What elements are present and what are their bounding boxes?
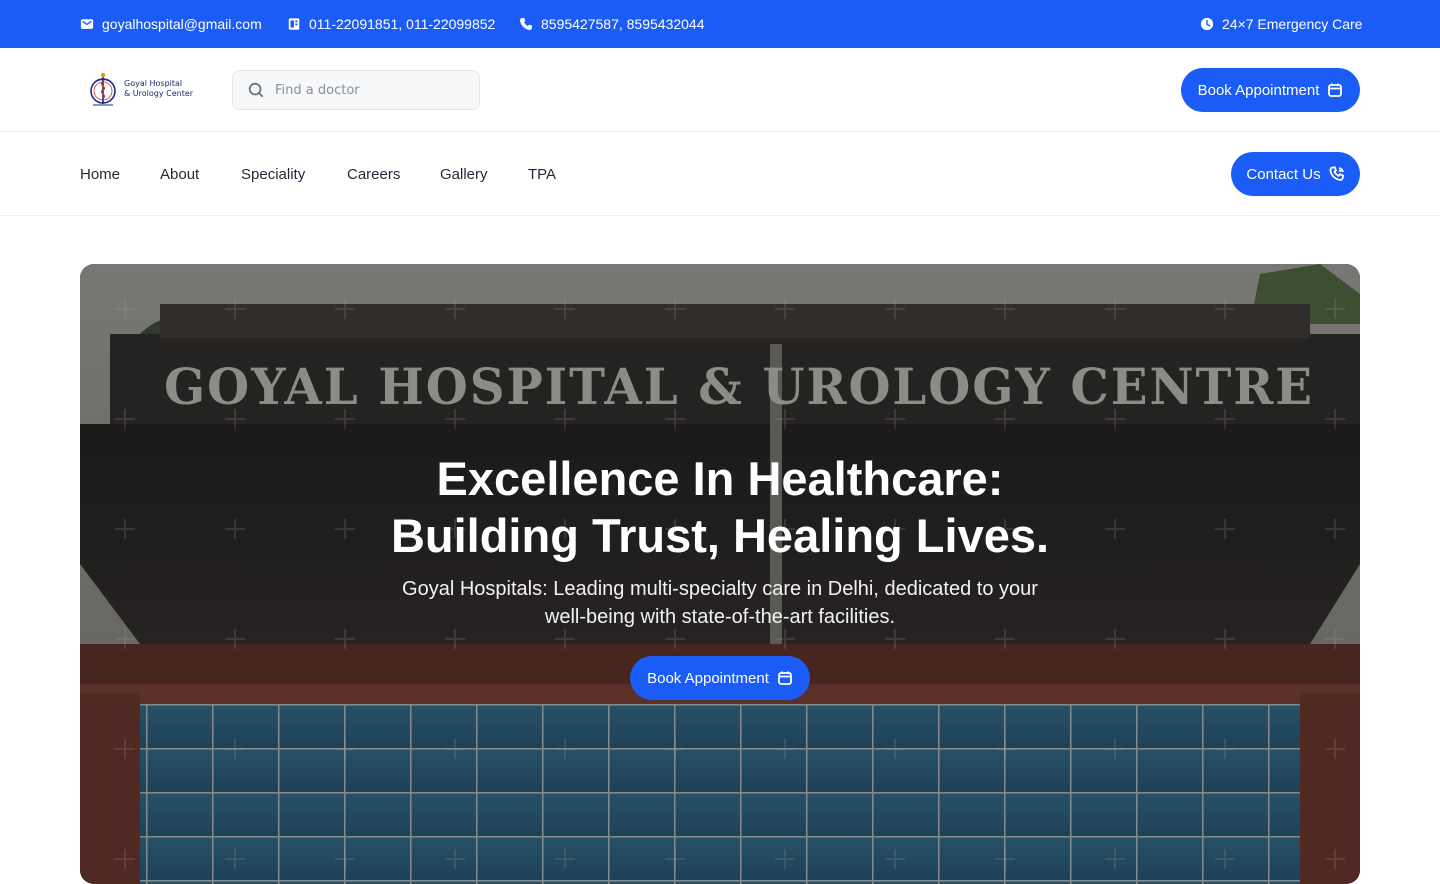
hospital-logo[interactable]: Goyal Hospital & Urology Center: [88, 70, 193, 108]
emergency-text: 24×7 Emergency Care: [1222, 16, 1363, 32]
hero-book-appointment-button[interactable]: Book Appointment: [630, 656, 810, 700]
calendar-icon: [1328, 83, 1343, 97]
clock-icon: [1200, 17, 1214, 31]
doctor-search[interactable]: [232, 70, 480, 110]
phone-call-icon: [1329, 166, 1344, 181]
search-icon: [248, 82, 264, 98]
search-input[interactable]: [275, 82, 465, 98]
book-appointment-button[interactable]: Book Appointment: [1181, 68, 1360, 112]
contact-us-label: Contact Us: [1246, 165, 1321, 183]
emergency-info: 24×7 Emergency Care: [1200, 0, 1362, 48]
book-appointment-label: Book Appointment: [1197, 81, 1320, 99]
contact-us-button[interactable]: Contact Us: [1231, 152, 1360, 196]
hero-title-line-1: Excellence In Healthcare:: [436, 452, 1004, 505]
email-contact[interactable]: goyalhospital@gmail.com: [80, 0, 262, 48]
mobile-text: 8595427587, 8595432044: [541, 16, 705, 32]
hero-subtitle-line-2: well-being with state-of-the-art facilit…: [544, 606, 896, 628]
site-header: Goyal Hospital & Urology Center Book App…: [0, 48, 1440, 132]
nav-speciality[interactable]: Speciality: [241, 132, 305, 216]
email-text: goyalhospital@gmail.com: [102, 16, 262, 32]
hero-subtitle-line-1: Goyal Hospitals: Leading multi-specialty…: [402, 578, 1038, 600]
fax-phone-icon: [288, 18, 300, 30]
nav-careers[interactable]: Careers: [347, 132, 400, 216]
mobile-contact[interactable]: 8595427587, 8595432044: [519, 0, 705, 48]
hero-banner: GOYAL HOSPITAL & UROLOGY CENTRE Excellen…: [80, 264, 1360, 884]
main-navigation: Home About Speciality Careers Gallery TP…: [0, 132, 1440, 216]
calendar-icon: [777, 671, 792, 685]
landline-text: 011-22091851, 011-22099852: [309, 16, 496, 32]
nav-home[interactable]: Home: [80, 132, 120, 216]
nav-about[interactable]: About: [160, 132, 199, 216]
landline-contact[interactable]: 011-22091851, 011-22099852: [287, 0, 495, 48]
hero-book-appointment-label: Book Appointment: [647, 669, 769, 687]
top-contact-bar: goyalhospital@gmail.com 011-22091851, 01…: [0, 0, 1440, 48]
nav-tpa[interactable]: TPA: [528, 132, 556, 216]
logo-line-2: & Urology Center: [124, 89, 194, 98]
nav-gallery[interactable]: Gallery: [440, 132, 488, 216]
hero-subtitle: Goyal Hospitals: Leading multi-specialty…: [360, 575, 1080, 631]
logo-line-1: Goyal Hospital: [124, 79, 183, 88]
hero-title: Excellence In Healthcare: Building Trust…: [80, 450, 1360, 564]
hero-overlay: [80, 264, 1360, 884]
phone-icon: [520, 17, 533, 30]
hero-title-line-2: Building Trust, Healing Lives.: [390, 509, 1050, 562]
logo-text: Goyal Hospital & Urology Center: [124, 79, 193, 99]
caduceus-logo-icon: [90, 72, 116, 106]
mail-icon: [80, 19, 94, 29]
